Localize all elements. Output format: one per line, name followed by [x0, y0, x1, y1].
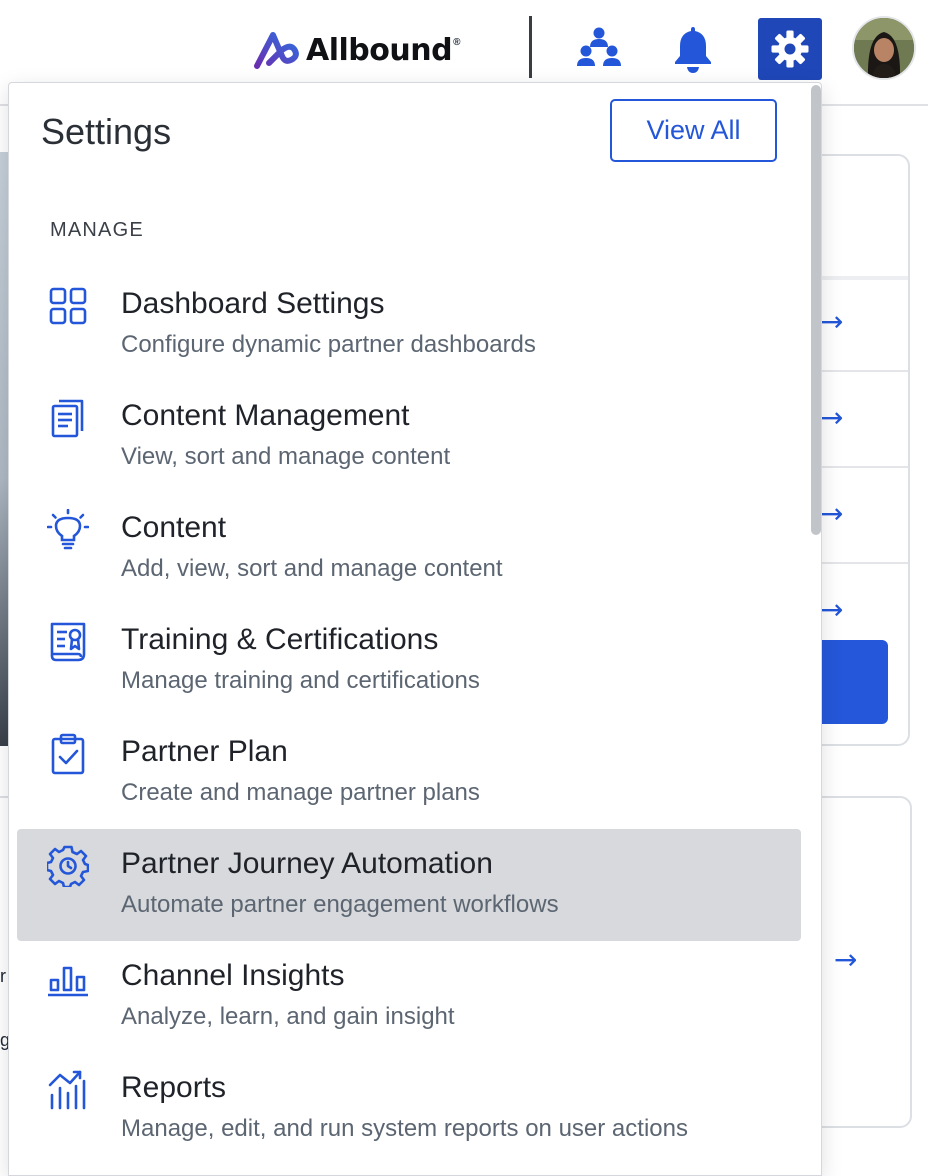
menu-item-description: Automate partner engagement workflows	[121, 891, 559, 918]
bell-icon	[675, 27, 711, 73]
arrow-right-icon[interactable]: →	[820, 596, 843, 624]
certificate-icon	[47, 621, 89, 663]
view-all-button[interactable]: View All	[610, 99, 777, 162]
menu-item-title: Partner Plan	[121, 735, 288, 768]
line-chart-icon	[47, 1069, 89, 1111]
grid-icon	[47, 285, 89, 327]
settings-title: Settings	[41, 111, 172, 152]
settings-button[interactable]	[758, 18, 822, 80]
clipboard-check-icon	[47, 733, 89, 775]
menu-item-title: Reports	[121, 1071, 227, 1104]
menu-item-description: Analyze, learn, and gain insight	[121, 1003, 455, 1030]
brand-name: Allbound	[306, 32, 453, 68]
notifications-button[interactable]	[662, 18, 724, 80]
menu-item-title: Partner Journey Automation	[121, 847, 493, 880]
menu-item-description: Create and manage partner plans	[121, 779, 480, 806]
user-avatar[interactable]	[852, 16, 916, 80]
menu-item-title: Training & Certifications	[121, 623, 439, 656]
document-icon	[47, 397, 89, 439]
settings-dropdown: Settings View All MANAGE Dashboard Setti…	[8, 82, 822, 1176]
org-chart-icon	[577, 27, 621, 66]
menu-item-description: Manage training and certifications	[121, 667, 480, 694]
lightbulb-icon	[47, 509, 89, 551]
bar-chart-icon	[47, 957, 89, 999]
allbound-logo[interactable]: Allbound ®	[254, 30, 460, 70]
menu-item-title: Content Management	[121, 399, 410, 432]
menu-item-channel-insights[interactable]: Channel Insights Analyze, learn, and gai…	[17, 941, 801, 1053]
menu-item-dashboard-settings[interactable]: Dashboard Settings Configure dynamic par…	[17, 269, 801, 381]
arrow-right-icon[interactable]: →	[820, 500, 843, 528]
menu-item-title: Content	[121, 511, 227, 544]
registered-mark: ®	[453, 36, 461, 48]
settings-menu: Dashboard Settings Configure dynamic par…	[17, 269, 801, 1165]
allbound-logo-mark-icon	[254, 32, 299, 69]
avatar-photo-icon	[854, 18, 914, 78]
menu-item-title: Dashboard Settings	[121, 287, 385, 320]
menu-item-partner-journey-automation[interactable]: Partner Journey Automation Automate part…	[17, 829, 801, 941]
scrollbar-thumb[interactable]	[811, 85, 821, 535]
menu-item-training-certifications[interactable]: Training & Certifications Manage trainin…	[17, 605, 801, 717]
background-text-fragment: r	[0, 966, 6, 986]
arrow-right-icon[interactable]: →	[820, 308, 843, 336]
menu-item-partner-plan[interactable]: Partner Plan Create and manage partner p…	[17, 717, 801, 829]
menu-item-description: View, sort and manage content	[121, 443, 451, 470]
background-hero-image	[0, 152, 8, 746]
menu-item-description: Add, view, sort and manage content	[121, 555, 503, 582]
menu-item-reports[interactable]: Reports Manage, edit, and run system rep…	[17, 1053, 801, 1165]
arrow-right-icon[interactable]: →	[834, 946, 857, 974]
menu-item-description: Configure dynamic partner dashboards	[121, 331, 536, 358]
menu-item-content[interactable]: Content Add, view, sort and manage conte…	[17, 493, 801, 605]
gear-clock-icon	[47, 845, 89, 887]
menu-item-description: Manage, edit, and run system reports on …	[121, 1115, 688, 1142]
gear-icon	[771, 30, 809, 68]
menu-item-title: Channel Insights	[121, 959, 345, 992]
org-chart-button[interactable]	[568, 18, 630, 80]
section-label-manage: MANAGE	[50, 219, 144, 241]
header-divider	[529, 16, 532, 78]
arrow-right-icon[interactable]: →	[820, 404, 843, 432]
menu-item-content-management[interactable]: Content Management View, sort and manage…	[17, 381, 801, 493]
